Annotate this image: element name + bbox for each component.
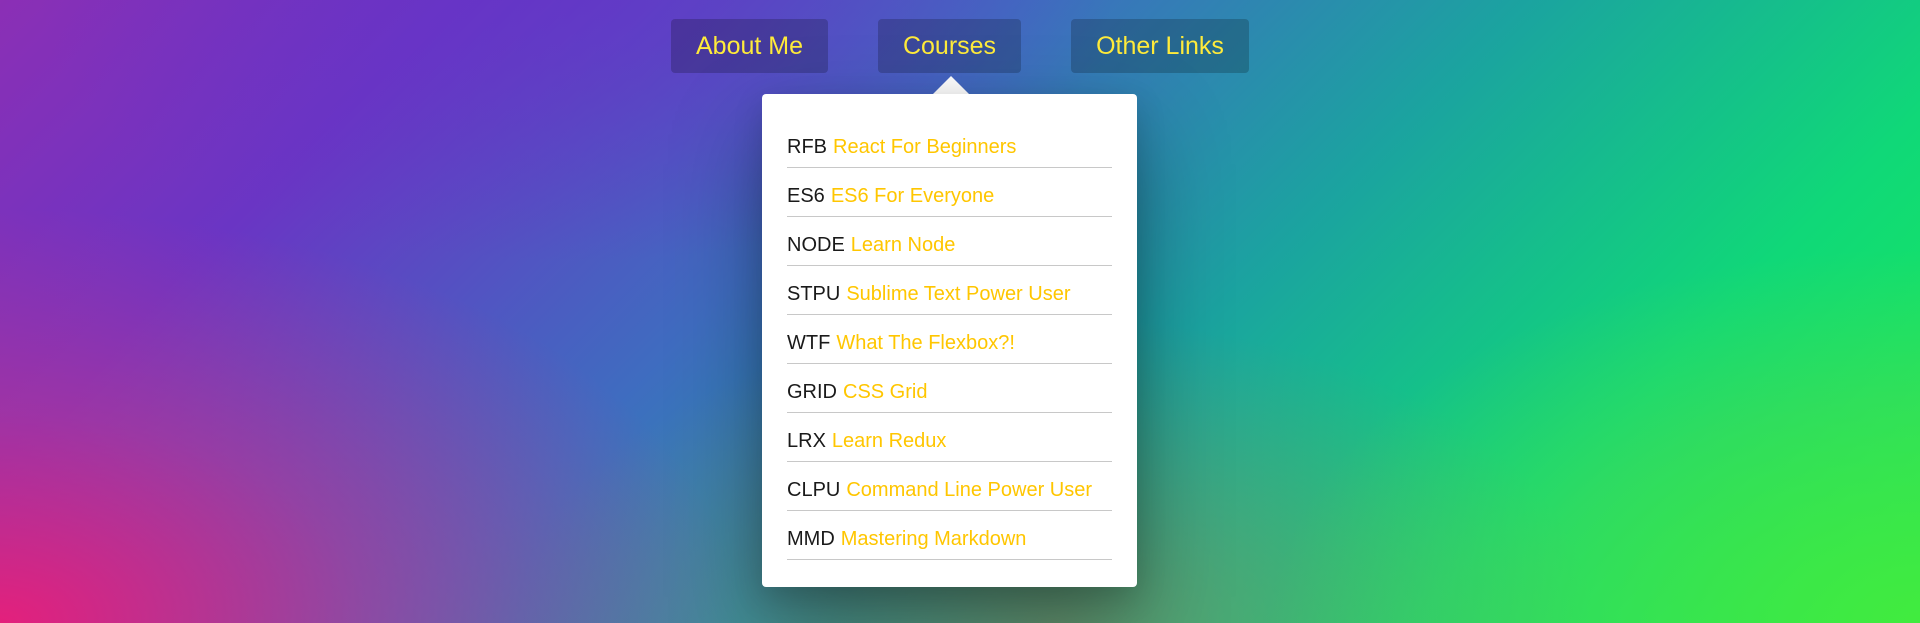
list-item: ES6 ES6 For Everyone	[787, 168, 1112, 217]
list-item: CLPU Command Line Power User	[787, 462, 1112, 511]
course-code: GRID	[787, 381, 837, 403]
course-link[interactable]: What The Flexbox?!	[836, 333, 1015, 353]
nav-about-me[interactable]: About Me	[671, 19, 828, 73]
course-code: ES6	[787, 185, 825, 207]
dropdown-arrow	[932, 76, 970, 95]
course-list: RFB React For Beginners ES6 ES6 For Ever…	[787, 119, 1112, 560]
course-link[interactable]: ES6 For Everyone	[831, 186, 994, 206]
course-link[interactable]: Sublime Text Power User	[846, 284, 1070, 304]
course-code: CLPU	[787, 479, 841, 501]
course-code: NODE	[787, 234, 845, 256]
course-code: MMD	[787, 528, 835, 550]
course-code: RFB	[787, 136, 827, 158]
nav-courses[interactable]: Courses	[878, 19, 1021, 73]
course-link[interactable]: Mastering Markdown	[841, 529, 1027, 549]
course-link[interactable]: Learn Node	[851, 235, 956, 255]
course-link[interactable]: CSS Grid	[843, 382, 927, 402]
list-item: RFB React For Beginners	[787, 119, 1112, 168]
list-item: STPU Sublime Text Power User	[787, 266, 1112, 315]
course-code: STPU	[787, 283, 841, 305]
nav-other-links[interactable]: Other Links	[1071, 19, 1249, 73]
course-link[interactable]: Learn Redux	[832, 431, 947, 451]
course-code: WTF	[787, 332, 831, 354]
top-nav: About Me Courses Other Links	[0, 19, 1920, 73]
course-link[interactable]: Command Line Power User	[846, 480, 1092, 500]
list-item: MMD Mastering Markdown	[787, 511, 1112, 560]
course-link[interactable]: React For Beginners	[833, 137, 1016, 157]
list-item: WTF What The Flexbox?!	[787, 315, 1112, 364]
list-item: NODE Learn Node	[787, 217, 1112, 266]
list-item: LRX Learn Redux	[787, 413, 1112, 462]
course-code: LRX	[787, 430, 826, 452]
list-item: GRID CSS Grid	[787, 364, 1112, 413]
courses-dropdown: RFB React For Beginners ES6 ES6 For Ever…	[762, 94, 1137, 587]
